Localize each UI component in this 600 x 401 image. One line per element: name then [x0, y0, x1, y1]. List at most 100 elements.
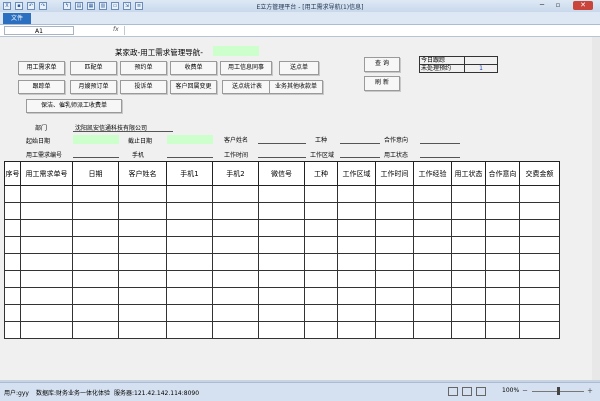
grid-cell[interactable]: [212, 202, 259, 220]
grid-cell[interactable]: [375, 236, 414, 254]
grid-cell[interactable]: [337, 304, 376, 322]
grid-cell[interactable]: [212, 304, 259, 322]
table-row[interactable]: [4, 253, 560, 271]
grid-cell[interactable]: [413, 304, 452, 322]
grid-cell[interactable]: [166, 304, 213, 322]
grid-cell[interactable]: [485, 321, 520, 339]
grid-cell[interactable]: [485, 304, 520, 322]
table-row[interactable]: [4, 287, 560, 305]
grid-cell[interactable]: [72, 219, 119, 237]
restore-button[interactable]: ▫: [551, 1, 565, 10]
grid-cell[interactable]: [4, 185, 21, 203]
column-header[interactable]: 工作经验: [413, 161, 452, 186]
normal-view-icon[interactable]: [448, 387, 458, 396]
grid-cell[interactable]: [118, 321, 167, 339]
grid-cell[interactable]: [72, 321, 119, 339]
grid-cell[interactable]: [212, 185, 259, 203]
grid-cell[interactable]: [72, 270, 119, 288]
column-header[interactable]: 手机2: [212, 161, 259, 186]
start-date-input[interactable]: [73, 135, 119, 144]
table-row[interactable]: [4, 321, 560, 339]
minimize-button[interactable]: ─: [535, 1, 549, 10]
grid-cell[interactable]: [72, 287, 119, 305]
form-icon[interactable]: ▤: [75, 2, 83, 10]
match-order-button[interactable]: 匹配单: [70, 61, 117, 75]
grid-cell[interactable]: [4, 253, 21, 271]
table-row[interactable]: [4, 304, 560, 322]
grid-cell[interactable]: [166, 202, 213, 220]
grid-cell[interactable]: [118, 236, 167, 254]
redo-icon[interactable]: ↷: [39, 2, 47, 10]
grid-cell[interactable]: [304, 185, 338, 203]
save-icon[interactable]: ▪: [15, 2, 23, 10]
grid-cell[interactable]: [258, 321, 305, 339]
grid-cell[interactable]: [304, 321, 338, 339]
grid-cell[interactable]: [451, 304, 486, 322]
grid-cell[interactable]: [413, 185, 452, 203]
grid-cell[interactable]: [118, 287, 167, 305]
column-header[interactable]: 工作区域: [337, 161, 376, 186]
grid-cell[interactable]: [519, 219, 560, 237]
grid-cell[interactable]: [20, 270, 73, 288]
settings-icon[interactable]: ≡: [135, 2, 143, 10]
end-date-input[interactable]: [167, 135, 213, 144]
grid-cell[interactable]: [451, 185, 486, 203]
table-row[interactable]: [4, 185, 560, 203]
grid-cell[interactable]: [451, 287, 486, 305]
grid-cell[interactable]: [304, 253, 338, 271]
customer-change-button[interactable]: 客户回属变更: [170, 80, 217, 94]
grid-cell[interactable]: [258, 253, 305, 271]
grid-cell[interactable]: [4, 202, 21, 220]
work-area-input[interactable]: [340, 157, 380, 158]
grid-cell[interactable]: [485, 270, 520, 288]
grid-cell[interactable]: [212, 321, 259, 339]
grid-cell[interactable]: [304, 287, 338, 305]
grid-cell[interactable]: [485, 287, 520, 305]
grid-cell[interactable]: [413, 287, 452, 305]
grid-cell[interactable]: [413, 236, 452, 254]
grid-cell[interactable]: [519, 202, 560, 220]
grid-cell[interactable]: [166, 185, 213, 203]
grid-cell[interactable]: [304, 219, 338, 237]
work-status-input[interactable]: [420, 157, 460, 158]
grid-cell[interactable]: [166, 287, 213, 305]
column-header[interactable]: 手机1: [166, 161, 213, 186]
grid-cell[interactable]: [375, 253, 414, 271]
grid-cell[interactable]: [20, 219, 73, 237]
column-header[interactable]: 工作时间: [375, 161, 414, 186]
delivery-order-button[interactable]: 送点单: [279, 61, 319, 75]
grid-cell[interactable]: [166, 219, 213, 237]
column-header[interactable]: 用工需求单号: [20, 161, 73, 186]
zoom-slider-thumb[interactable]: [557, 387, 560, 395]
grid-cell[interactable]: [4, 321, 21, 339]
work-time-input[interactable]: [258, 157, 306, 158]
grid-cell[interactable]: [258, 270, 305, 288]
grid-icon[interactable]: ▦: [87, 2, 95, 10]
grid-cell[interactable]: [337, 253, 376, 271]
grid-cell[interactable]: [72, 202, 119, 220]
nanny-booking-button[interactable]: 月嫂预订单: [70, 80, 117, 94]
grid-cell[interactable]: [413, 219, 452, 237]
grid-cell[interactable]: [212, 287, 259, 305]
grid-cell[interactable]: [304, 202, 338, 220]
grid-cell[interactable]: [485, 202, 520, 220]
query-button[interactable]: 查 询: [364, 57, 400, 72]
column-header[interactable]: 交费金额: [519, 161, 560, 186]
grid-cell[interactable]: [519, 236, 560, 254]
grid-cell[interactable]: [4, 304, 21, 322]
grid-cell[interactable]: [166, 236, 213, 254]
column-header[interactable]: 客户姓名: [118, 161, 167, 186]
grid-cell[interactable]: [451, 321, 486, 339]
grid-cell[interactable]: [166, 253, 213, 271]
grid-cell[interactable]: [20, 321, 73, 339]
zoom-level[interactable]: 100%: [502, 387, 519, 394]
grid-cell[interactable]: [20, 253, 73, 271]
function-icon[interactable]: fx: [113, 26, 119, 33]
grid-cell[interactable]: [4, 270, 21, 288]
grid-cell[interactable]: [375, 270, 414, 288]
table-row[interactable]: [4, 202, 560, 220]
grid-cell[interactable]: [337, 202, 376, 220]
grid-cell[interactable]: [304, 304, 338, 322]
print-icon[interactable]: ▭: [111, 2, 119, 10]
grid-cell[interactable]: [451, 270, 486, 288]
